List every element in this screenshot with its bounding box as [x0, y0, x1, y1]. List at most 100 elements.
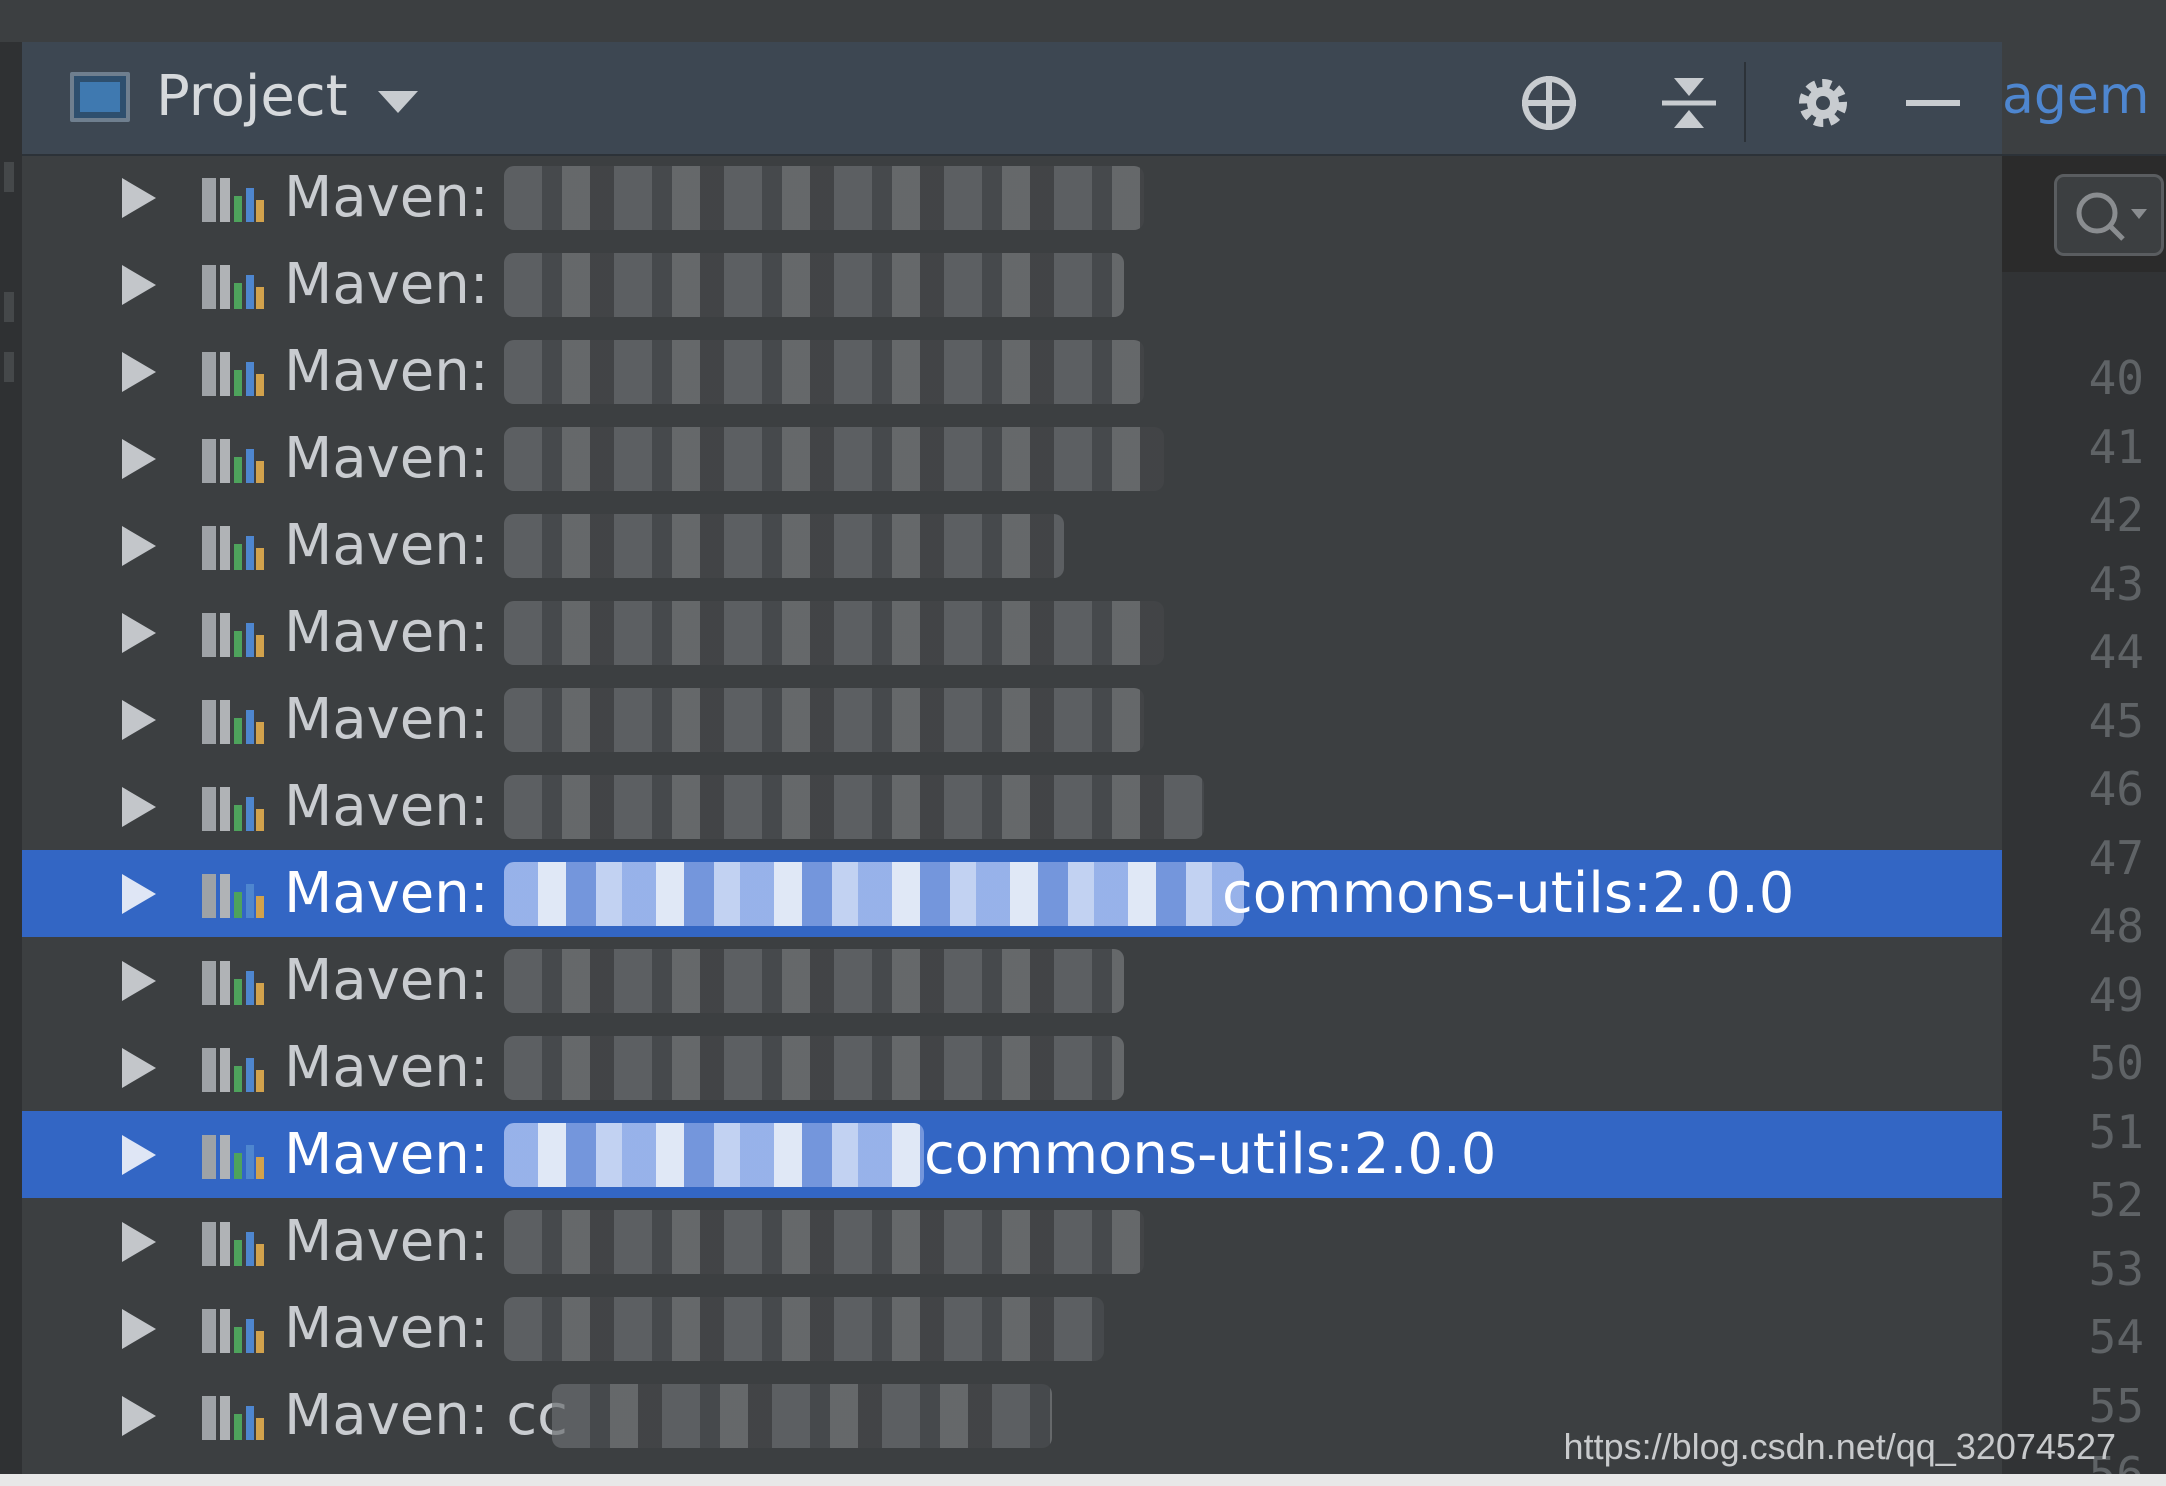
redacted-text: [504, 514, 1064, 578]
tree-row-label: Maven:: [284, 861, 489, 926]
redacted-text: [504, 1036, 1124, 1100]
tree-row-label: Maven:: [284, 165, 489, 230]
tree-row[interactable]: Maven:: [22, 415, 2002, 502]
expand-arrow-icon[interactable]: [122, 1222, 156, 1262]
tree-row-label: Maven:: [284, 513, 489, 578]
library-icon: [202, 787, 264, 831]
line-number: 50: [2088, 1036, 2144, 1090]
expand-arrow-icon[interactable]: [122, 1048, 156, 1088]
library-icon: [202, 265, 264, 309]
redacted-text: [504, 1210, 1144, 1274]
tree-row[interactable]: Maven:: [22, 1024, 2002, 1111]
library-icon: [202, 874, 264, 918]
tree-row-label: Maven:: [284, 687, 489, 752]
redacted-text: [504, 688, 1144, 752]
library-icon: [202, 178, 264, 222]
tree-row[interactable]: Maven:: [22, 589, 2002, 676]
expand-arrow-icon[interactable]: [122, 1309, 156, 1349]
redacted-text: [504, 1123, 924, 1187]
library-icon: [202, 352, 264, 396]
tree-row-label: Maven:: [284, 1209, 489, 1274]
gear-icon[interactable]: [1792, 72, 1854, 134]
tree-row-label: Maven:: [284, 1296, 489, 1361]
line-number: 41: [2088, 419, 2144, 474]
tree-row[interactable]: Maven: commons-utils:2.0.0: [22, 850, 2002, 937]
tree-row-label: Maven:: [284, 1122, 489, 1187]
locate-icon[interactable]: [1518, 72, 1580, 134]
project-tool-window: Project Maven: Maven: Maven: Maven: Mave…: [22, 42, 2002, 1486]
tree-row-artifact: commons-utils:2.0.0: [1222, 861, 1795, 926]
expand-arrow-icon[interactable]: [122, 1396, 156, 1436]
line-number: 51: [2088, 1104, 2144, 1159]
expand-arrow-icon[interactable]: [122, 439, 156, 479]
editor-area: agem 40 41 42 43 44 45 46 47 48 49 50 51 52 53 54 55 56: [2002, 42, 2166, 1486]
line-number: 53: [2088, 1241, 2144, 1296]
ide-window: Project Maven: Maven: Maven: Maven: Mave…: [0, 0, 2166, 1486]
tree-row[interactable]: Maven:: [22, 328, 2002, 415]
search-icon[interactable]: [2054, 174, 2164, 256]
library-icon: [202, 1135, 264, 1179]
tree-row[interactable]: Maven:: [22, 502, 2002, 589]
tree-row-label: Maven:: [284, 339, 489, 404]
tree-row-label: Maven:: [284, 1035, 489, 1100]
minimize-icon[interactable]: [1902, 72, 1964, 134]
left-tool-tab[interactable]: [4, 292, 14, 322]
library-icon: [202, 613, 264, 657]
expand-arrow-icon[interactable]: [122, 1135, 156, 1175]
line-number: 55: [2088, 1378, 2144, 1433]
library-icon: [202, 1222, 264, 1266]
chevron-down-icon[interactable]: [378, 91, 418, 113]
line-number: 44: [2088, 625, 2144, 679]
expand-arrow-icon[interactable]: [122, 874, 156, 914]
tree-row[interactable]: Maven:: [22, 241, 2002, 328]
expand-arrow-icon[interactable]: [122, 613, 156, 653]
library-icon: [202, 700, 264, 744]
project-view-icon: [70, 72, 130, 122]
tree-row[interactable]: Maven:: [22, 676, 2002, 763]
line-number: 40: [2088, 351, 2144, 405]
library-icon: [202, 1309, 264, 1353]
library-icon: [202, 961, 264, 1005]
tree-row-label: Maven:: [284, 948, 489, 1013]
bottom-edge: [0, 1474, 2166, 1486]
line-number: 48: [2088, 899, 2144, 953]
editor-tab-label[interactable]: agem: [2002, 66, 2150, 126]
redacted-text: [504, 949, 1124, 1013]
collapse-all-icon[interactable]: [1658, 72, 1720, 134]
expand-arrow-icon[interactable]: [122, 526, 156, 566]
tree-row-label: Maven: cc: [284, 1383, 568, 1448]
tree-row-artifact: commons-utils:2.0.0: [924, 1122, 1497, 1187]
redacted-text: [504, 166, 1144, 230]
tree-row-label: Maven:: [284, 774, 489, 839]
line-number: 47: [2088, 830, 2144, 885]
left-tool-tab[interactable]: [4, 162, 14, 192]
redacted-text: [504, 427, 1164, 491]
library-icon: [202, 1048, 264, 1092]
panel-title[interactable]: Project: [156, 64, 348, 130]
line-number: 54: [2088, 1310, 2144, 1364]
expand-arrow-icon[interactable]: [122, 961, 156, 1001]
expand-arrow-icon[interactable]: [122, 178, 156, 218]
tree-row[interactable]: Maven:: [22, 763, 2002, 850]
redacted-text: [504, 862, 1244, 926]
library-icon: [202, 526, 264, 570]
toolbar-separator: [1744, 62, 1746, 142]
left-tool-strip: [0, 42, 22, 1486]
redacted-text: [504, 1297, 1104, 1361]
window-title-strip: [0, 0, 2166, 43]
tree-row[interactable]: Maven:: [22, 1198, 2002, 1285]
expand-arrow-icon[interactable]: [122, 700, 156, 740]
tree-row[interactable]: Maven: commons-utils:2.0.0: [22, 1111, 2002, 1198]
expand-arrow-icon[interactable]: [122, 265, 156, 305]
tree-row[interactable]: Maven:: [22, 937, 2002, 1024]
editor-tab-strip: agem: [2002, 42, 2166, 156]
line-number: 42: [2088, 488, 2144, 542]
tree-row-label: Maven:: [284, 600, 489, 665]
tree-row[interactable]: Maven:: [22, 1285, 2002, 1372]
left-tool-tab[interactable]: [4, 352, 14, 382]
redacted-text: [504, 601, 1164, 665]
expand-arrow-icon[interactable]: [122, 352, 156, 392]
expand-arrow-icon[interactable]: [122, 787, 156, 827]
line-number: 49: [2088, 967, 2144, 1022]
tree-row[interactable]: Maven:: [22, 154, 2002, 241]
